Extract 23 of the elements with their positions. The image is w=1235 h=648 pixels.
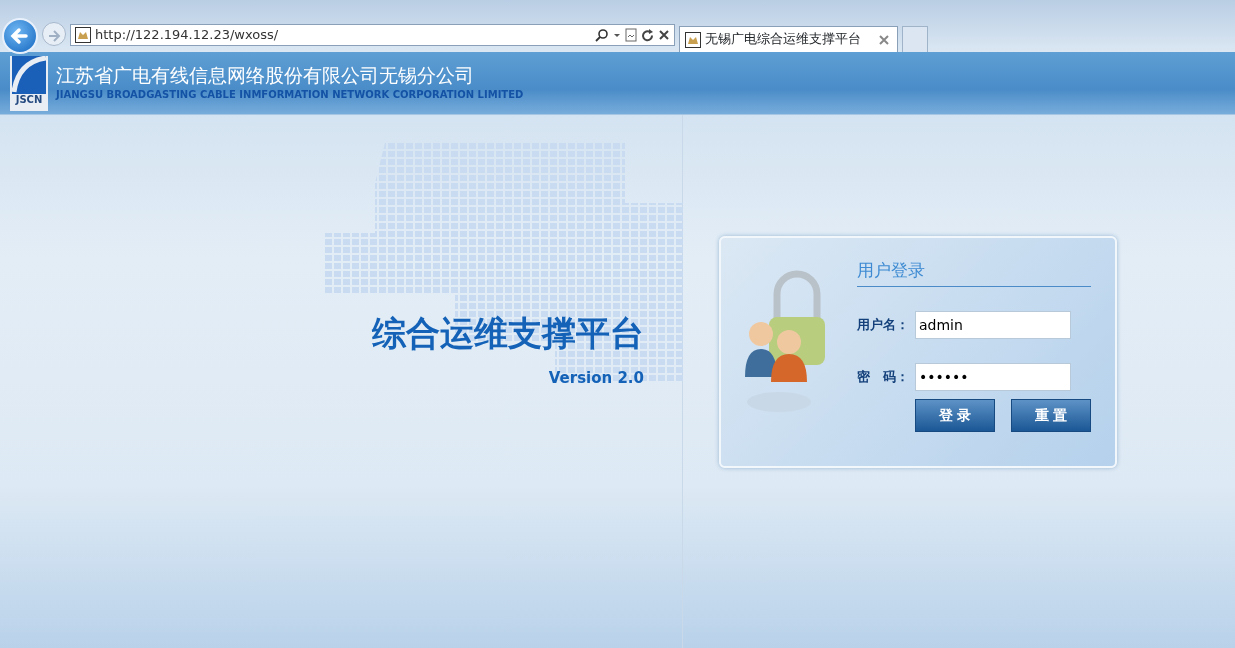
- field-label: 用户名：: [857, 315, 910, 334]
- address-bar[interactable]: http://122.194.12.23/wxoss/: [70, 24, 675, 46]
- cat-icon: [75, 27, 91, 43]
- version-text: Version 2.0: [548, 368, 644, 389]
- login-button[interactable]: 登 录: [915, 398, 995, 432]
- refresh-icon[interactable]: [641, 28, 654, 42]
- close-icon[interactable]: [658, 29, 670, 41]
- search-icon[interactable]: [595, 28, 609, 42]
- input-field[interactable]: admin: [915, 310, 1071, 339]
- company-english-name: JIANGSU BROADGASTING CABLE INMFORMATION NETWORK CORPORATION LIMITED: [56, 87, 524, 102]
- company-name: 江苏省广电有线信息网络股份有限公司无锡分公司: [56, 64, 475, 87]
- back-button[interactable]: [2, 18, 38, 54]
- input-field[interactable]: ••••••: [915, 362, 1071, 391]
- platform-title: 综合运维支撑平台: [372, 312, 644, 355]
- reset-button[interactable]: 重 置: [1011, 398, 1091, 432]
- address-field: http://122.194.12.23/wxoss/: [95, 25, 591, 45]
- login-title: 用户登录: [857, 258, 1091, 287]
- logo: JSCN: [10, 55, 48, 111]
- field-label: 密 码：: [857, 367, 910, 386]
- cat-icon: [685, 31, 701, 48]
- browser-tab[interactable]: 无锡广电综合运维支撑平台: [679, 26, 898, 52]
- page-icon[interactable]: [625, 28, 637, 42]
- caret-icon[interactable]: [613, 31, 621, 39]
